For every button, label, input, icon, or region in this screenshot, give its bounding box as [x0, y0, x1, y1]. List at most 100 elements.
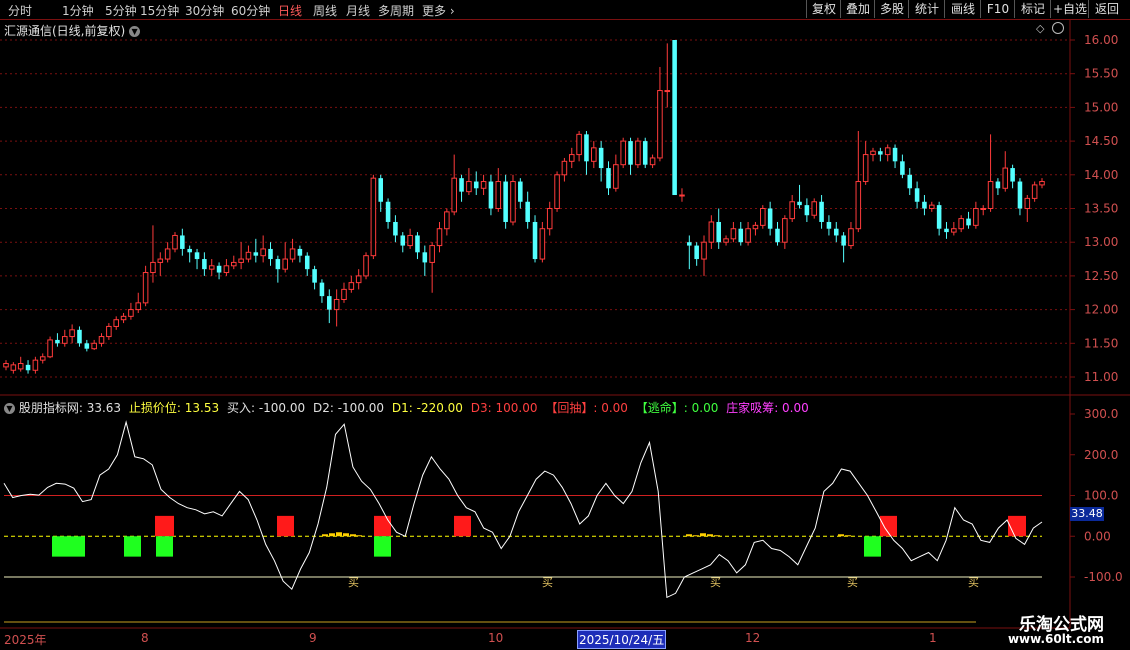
candle-body — [907, 174, 913, 189]
candle-body — [62, 336, 68, 344]
candle-body — [833, 228, 839, 236]
candle-body — [775, 228, 780, 243]
candle-body — [208, 265, 215, 270]
candle-body — [745, 228, 751, 243]
candle-body — [466, 181, 472, 193]
candle-body — [973, 208, 979, 226]
indicator-axis-label: -100.0 — [1084, 570, 1123, 584]
candle-body — [238, 258, 244, 263]
indicator-axis-label: 300.0 — [1084, 407, 1118, 421]
absorb-bar — [714, 535, 720, 537]
candle-body — [436, 228, 443, 247]
price-axis-label: 12.00 — [1084, 303, 1118, 317]
date-label: 8 — [141, 631, 149, 645]
buy-marker: 买 — [348, 576, 359, 589]
candle-body — [216, 265, 222, 273]
pullback-signal-block — [156, 536, 173, 557]
indicator-axis-label: 0.00 — [1084, 529, 1111, 543]
pullback-signal-block — [864, 536, 881, 557]
candle-body — [393, 221, 398, 236]
candle-body — [10, 364, 17, 371]
candle-body — [884, 147, 891, 156]
absorb-bar — [322, 534, 328, 537]
candle-body — [98, 336, 105, 344]
candle-body — [958, 218, 964, 230]
stop-label: 止损价位 — [128, 401, 177, 415]
candle-body — [642, 141, 648, 165]
candle-body — [657, 90, 663, 159]
price-axis-label: 13.50 — [1084, 202, 1118, 216]
candle-body — [17, 363, 24, 370]
candle-body — [282, 258, 288, 270]
d1-value: : -220.00 — [408, 401, 463, 415]
escape-signal-block — [277, 515, 294, 537]
candle-body — [723, 238, 729, 243]
candle-body — [1039, 181, 1045, 186]
candle-body — [1010, 168, 1015, 182]
candle-body — [113, 319, 119, 327]
candle-body — [39, 356, 46, 361]
buy-marker: 买 — [847, 576, 858, 589]
absorb-bar — [686, 534, 692, 537]
candle-body — [914, 188, 920, 202]
candle-body — [804, 205, 810, 216]
buy-marker: 买 — [968, 576, 979, 589]
candle-body — [672, 40, 677, 196]
candle-body — [289, 248, 296, 260]
stop-value: : 13.53 — [176, 401, 220, 415]
absorb-bar — [350, 534, 356, 537]
candle-body — [415, 235, 420, 253]
candle-body — [708, 221, 715, 243]
candle-body — [135, 302, 142, 311]
candle-body — [245, 251, 252, 260]
candle-body — [841, 235, 846, 246]
indicator-title: ▼ 股朋指标网: 33.63 止损价位: 13.53 买入: -100.00 D… — [4, 399, 809, 416]
chart-canvas[interactable]: 16.00 15.50 15.00 14.50 14.00 13.50 13.00 12.50… — [0, 0, 1130, 650]
absorb-value: : 0.00 — [774, 401, 809, 415]
candle-body — [598, 147, 604, 169]
candle-body — [679, 194, 685, 197]
candle-body — [929, 204, 935, 210]
candle-body — [525, 201, 530, 222]
candle-body — [378, 178, 384, 202]
candle-body — [473, 181, 479, 189]
price-axis-label: 11.00 — [1084, 370, 1118, 384]
price-axis-label: 11.50 — [1084, 336, 1118, 350]
candle-body — [385, 201, 391, 222]
escape-signal-block — [374, 515, 391, 537]
date-label: 2025年 — [4, 633, 47, 647]
candle-body — [157, 258, 164, 263]
circle-option-icon[interactable] — [1052, 22, 1064, 34]
candle-body — [635, 140, 641, 166]
pullback-label: 【回抽】 — [545, 401, 594, 415]
collapse-icon[interactable]: ▼ — [4, 403, 15, 414]
candle-body — [752, 224, 759, 230]
indicator-name: 股朋指标网 — [18, 401, 79, 415]
candle-body — [164, 248, 171, 260]
candle-body — [297, 248, 303, 256]
candle-body — [333, 298, 340, 311]
candle-body — [1031, 184, 1038, 199]
candle-body — [980, 208, 986, 210]
candle-body — [47, 339, 53, 358]
candle-body — [312, 269, 317, 283]
diamond-icon[interactable]: ◇ — [1036, 22, 1044, 35]
date-label: 12 — [745, 631, 761, 645]
candle-body — [1002, 167, 1009, 189]
candle-body — [194, 252, 200, 260]
absorb-bar — [707, 534, 713, 537]
candle-body — [532, 221, 538, 260]
candle-body — [341, 288, 347, 300]
candle-body — [327, 296, 332, 310]
candle-body — [900, 161, 905, 175]
candle-body — [789, 201, 795, 220]
candle-body — [120, 315, 127, 321]
side-strip — [1118, 22, 1130, 392]
candle-body — [944, 228, 949, 233]
candle-body — [760, 208, 766, 226]
dropdown-icon[interactable]: ▼ — [129, 26, 141, 37]
candle-body — [613, 164, 619, 189]
absorb-bar — [356, 535, 362, 537]
selected-date: 2025/10/24/五 — [577, 630, 667, 649]
candle-body — [701, 241, 707, 260]
